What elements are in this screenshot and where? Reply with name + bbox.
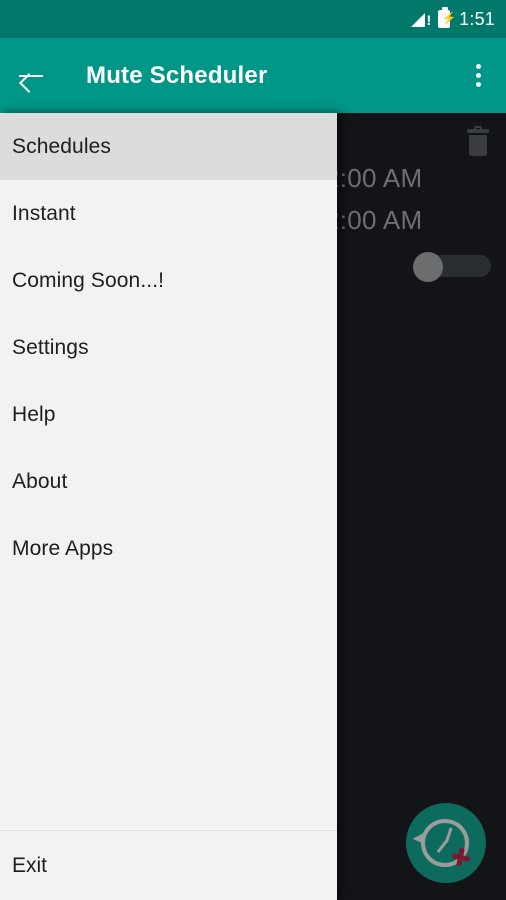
back-button[interactable] bbox=[0, 38, 62, 113]
charging-bolt: ⚡ bbox=[441, 10, 457, 25]
sidebar-item-help[interactable]: Help bbox=[0, 381, 337, 448]
sidebar-item-label: Help bbox=[12, 402, 56, 426]
page-title: Mute Scheduler bbox=[86, 61, 268, 89]
sidebar-item-label: About bbox=[12, 469, 68, 493]
trash-body bbox=[469, 135, 487, 156]
signal-exclamation: ! bbox=[426, 11, 432, 28]
overflow-menu-button[interactable] bbox=[450, 38, 506, 113]
toggle-thumb bbox=[413, 252, 443, 282]
sidebar-item-label: More Apps bbox=[12, 536, 114, 560]
signal-warning-icon: ! bbox=[411, 10, 431, 29]
drawer-footer: Exit bbox=[0, 830, 337, 900]
sidebar-item-exit[interactable]: Exit bbox=[0, 831, 337, 900]
status-bar-clock: 1:51 bbox=[459, 8, 495, 29]
schedules-content-background: 2:00 AM 2:00 AM bbox=[337, 113, 506, 900]
sidebar-item-schedules[interactable]: Schedules bbox=[0, 113, 337, 180]
status-bar: ! ⚡ 1:51 bbox=[0, 0, 506, 38]
app-screen: 2:00 AM 2:00 AM ! ⚡ 1:51 bbox=[0, 0, 506, 900]
sidebar-item-label: Instant bbox=[12, 201, 76, 225]
add-schedule-fab[interactable] bbox=[406, 803, 486, 883]
schedule-enable-toggle[interactable] bbox=[413, 251, 491, 282]
sidebar-item-coming-soon[interactable]: Coming Soon...! bbox=[0, 247, 337, 314]
trash-lid bbox=[467, 129, 489, 133]
app-toolbar: Mute Scheduler bbox=[0, 38, 506, 113]
sidebar-item-label: Schedules bbox=[12, 134, 111, 158]
schedule-start-time: 2:00 AM bbox=[337, 163, 423, 193]
signal-bars bbox=[411, 12, 426, 27]
sidebar-item-more-apps[interactable]: More Apps bbox=[0, 515, 337, 582]
sidebar-item-settings[interactable]: Settings bbox=[0, 314, 337, 381]
status-bar-icons: ! ⚡ 1:51 bbox=[411, 6, 495, 30]
overflow-dot-2 bbox=[475, 73, 481, 78]
sidebar-item-about[interactable]: About bbox=[0, 448, 337, 515]
navigation-drawer: Schedules Instant Coming Soon...! Settin… bbox=[0, 113, 337, 900]
sidebar-item-label: Settings bbox=[12, 335, 89, 359]
drawer-menu-list: Schedules Instant Coming Soon...! Settin… bbox=[0, 113, 337, 830]
overflow-dot-3 bbox=[475, 82, 481, 87]
schedule-end-time: 2:00 AM bbox=[337, 205, 423, 235]
battery-charging-icon: ⚡ bbox=[438, 6, 457, 28]
back-arrow-icon bbox=[18, 63, 44, 89]
sidebar-item-instant[interactable]: Instant bbox=[0, 180, 337, 247]
sidebar-item-label: Coming Soon...! bbox=[12, 268, 165, 292]
trash-icon[interactable] bbox=[465, 126, 491, 159]
sidebar-item-label: Exit bbox=[12, 854, 48, 877]
overflow-dot-1 bbox=[475, 64, 481, 69]
